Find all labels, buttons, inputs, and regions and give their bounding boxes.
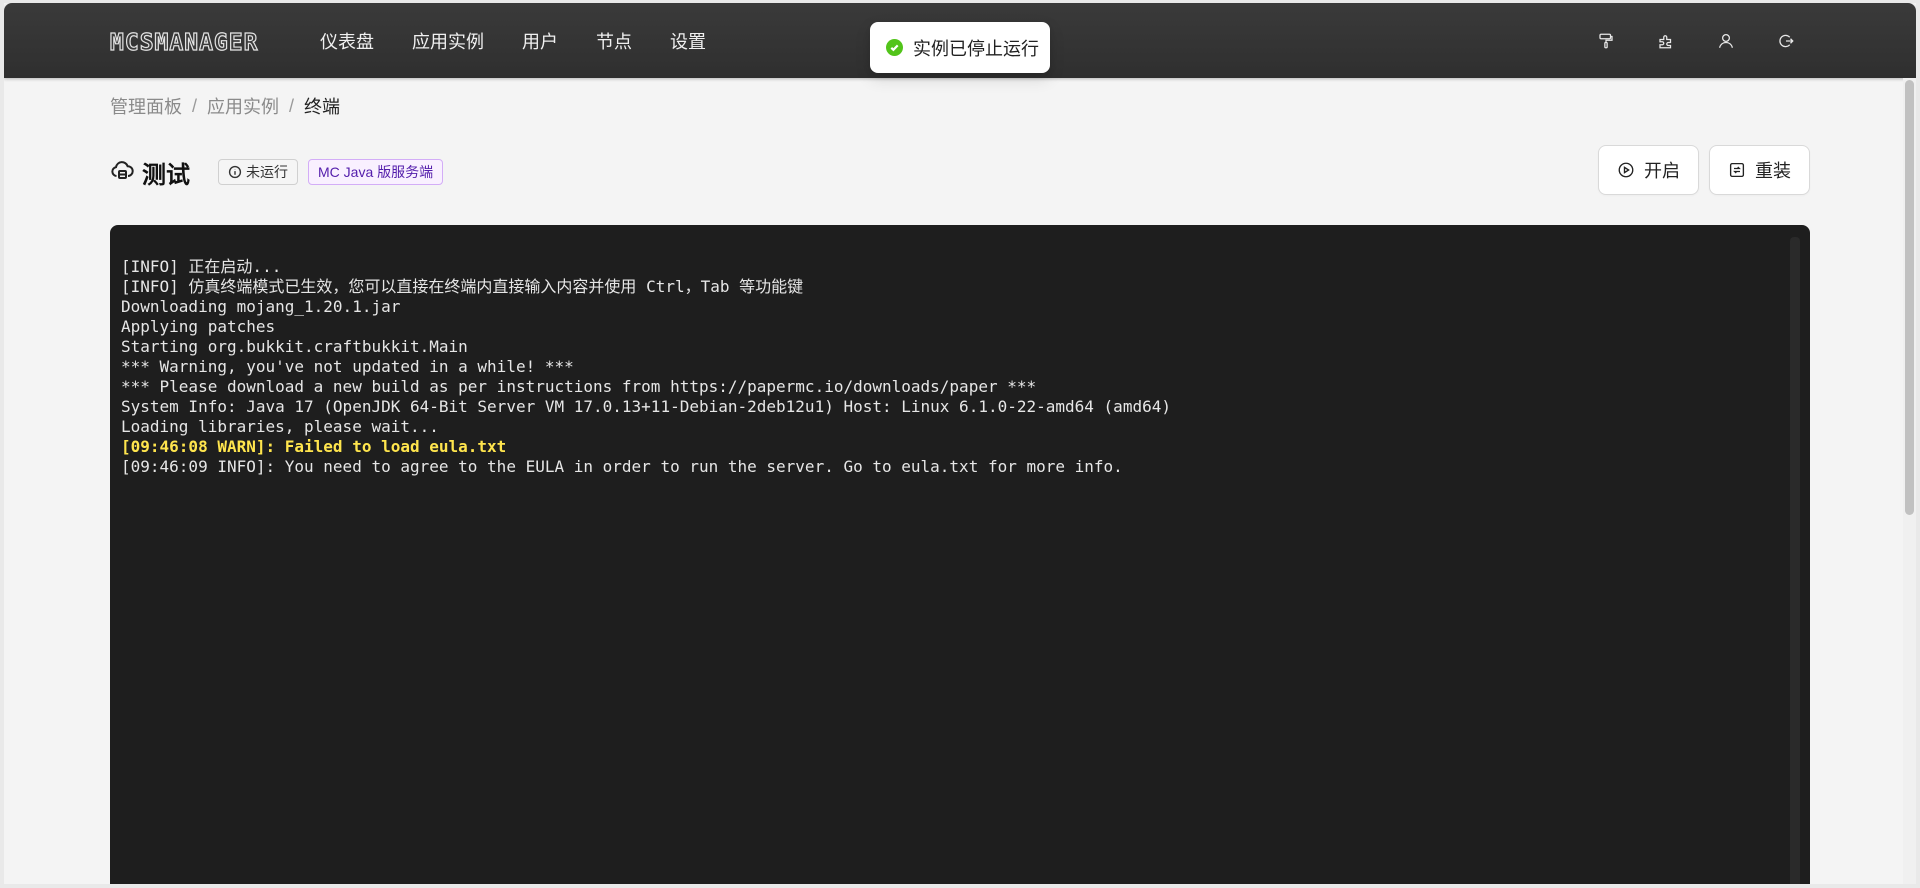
- check-circle-icon: [886, 39, 903, 56]
- terminal-scrollbar[interactable]: [1790, 237, 1800, 888]
- toast-message: 实例已停止运行: [913, 38, 1039, 59]
- terminal-line: *** Please download a new build as per i…: [121, 377, 1037, 396]
- breadcrumb-instances[interactable]: 应用实例: [207, 93, 279, 119]
- success-toast: 实例已停止运行: [870, 22, 1050, 73]
- instance-header: 测试 未运行 MC Java 版服务端: [110, 152, 453, 192]
- cloud-server-icon: [110, 158, 134, 187]
- nav-item-settings[interactable]: 设置: [670, 28, 706, 54]
- mcsmanager-logo[interactable]: MCSMANAGER: [109, 29, 258, 56]
- start-button-label: 开启: [1644, 161, 1680, 181]
- terminal-line: System Info: Java 17 (OpenJDK 64-Bit Ser…: [121, 397, 1171, 416]
- paint-roller-icon[interactable]: [1596, 31, 1616, 51]
- page-scrollbar-thumb[interactable]: [1905, 80, 1914, 515]
- breadcrumb: 管理面板 / 应用实例 / 终端: [110, 94, 340, 118]
- terminal-output: [INFO] 正在启动... [INFO] 仿真终端模式已生效，您可以直接在终端内…: [121, 257, 1770, 477]
- status-badge: 未运行: [218, 159, 298, 185]
- breadcrumb-dashboard[interactable]: 管理面板: [110, 93, 182, 119]
- terminal-console[interactable]: [INFO] 正在启动... [INFO] 仿真终端模式已生效，您可以直接在终端内…: [110, 225, 1810, 888]
- nav-item-instances[interactable]: 应用实例: [412, 28, 484, 54]
- logout-icon[interactable]: [1776, 31, 1796, 51]
- breadcrumb-terminal: 终端: [304, 97, 341, 117]
- start-button[interactable]: 开启: [1598, 145, 1699, 195]
- nav-item-nodes[interactable]: 节点: [596, 28, 632, 54]
- user-icon[interactable]: [1716, 31, 1736, 51]
- instance-actions: 开启 重装: [1598, 145, 1810, 195]
- main-nav: 仪表盘 应用实例 用户 节点 设置: [320, 3, 744, 78]
- play-circle-icon: [1618, 162, 1634, 178]
- terminal-line: [INFO] 仿真终端模式已生效，您可以直接在终端内直接输入内容并使用 Ctrl…: [121, 277, 804, 296]
- nav-item-users[interactable]: 用户: [522, 28, 558, 54]
- terminal-line: [INFO] 正在启动...: [121, 257, 282, 276]
- puzzle-icon[interactable]: [1656, 31, 1676, 51]
- breadcrumb-separator: /: [289, 95, 295, 116]
- reinstall-icon: [1729, 162, 1745, 178]
- terminal-line: [09:46:09 INFO]: You need to agree to th…: [121, 457, 1123, 476]
- terminal-line: *** Warning, you've not updated in a whi…: [121, 357, 574, 376]
- breadcrumb-separator: /: [192, 95, 198, 116]
- reinstall-button[interactable]: 重装: [1709, 145, 1810, 195]
- page-title: 测试: [142, 161, 190, 189]
- status-badge-label: 未运行: [246, 164, 288, 180]
- terminal-line: Downloading mojang_1.20.1.jar: [121, 297, 401, 316]
- terminal-line: Starting org.bukkit.craftbukkit.Main: [121, 337, 468, 356]
- top-icon-group: [1596, 3, 1796, 78]
- nav-item-dashboard[interactable]: 仪表盘: [320, 28, 374, 54]
- terminal-line: Applying patches: [121, 317, 276, 336]
- terminal-line-warn: [09:46:08 WARN]: Failed to load eula.txt: [121, 437, 507, 456]
- instance-type-badge: MC Java 版服务端: [308, 159, 444, 185]
- terminal-line: Loading libraries, please wait...: [121, 417, 439, 436]
- reinstall-button-label: 重装: [1755, 161, 1791, 181]
- app-window: MCSMANAGER 仪表盘 应用实例 用户 节点 设置 实例已停止运行 管理面…: [0, 0, 1920, 888]
- info-circle-icon: [228, 165, 242, 179]
